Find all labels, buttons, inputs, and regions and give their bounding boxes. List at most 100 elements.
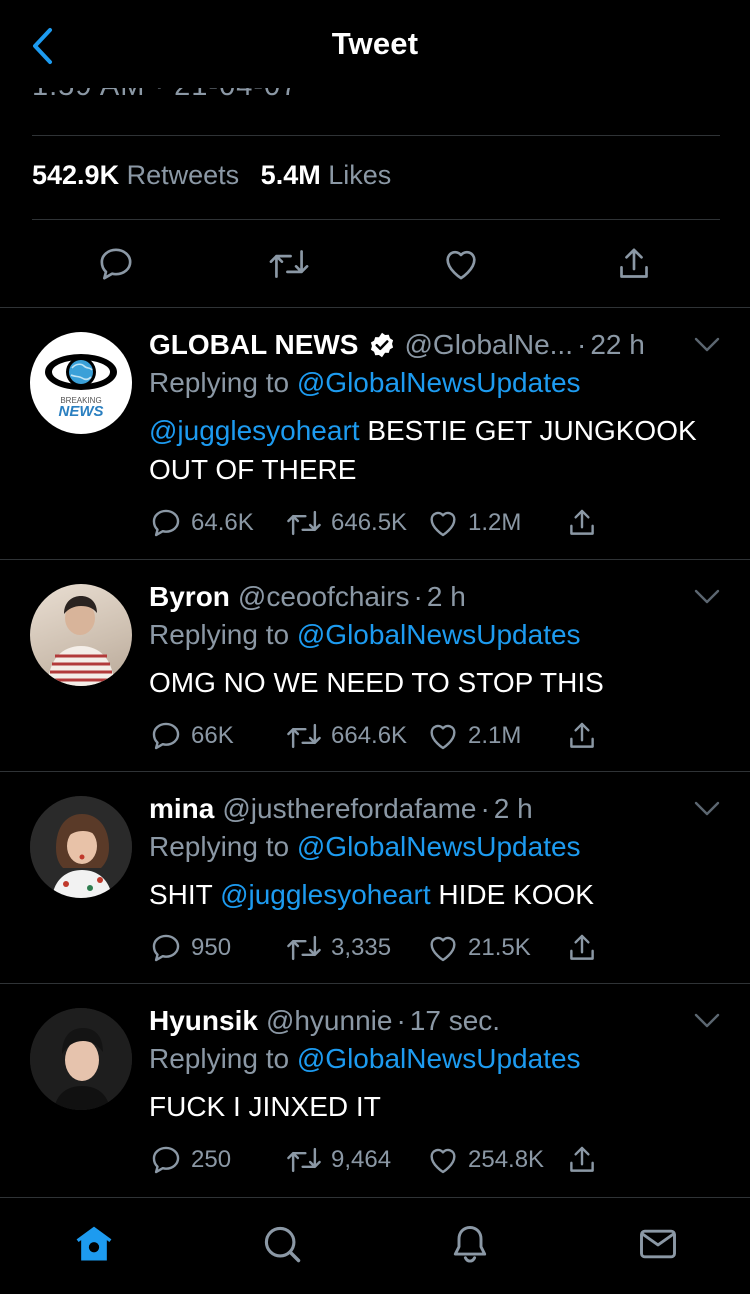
likes-label[interactable]: Likes xyxy=(328,160,391,190)
reply-share-button[interactable] xyxy=(565,1143,607,1177)
reply-comment-button[interactable]: 250 xyxy=(149,1143,231,1177)
chevron-down-icon[interactable] xyxy=(694,336,720,354)
user-name[interactable]: GLOBAL NEWS xyxy=(149,329,358,361)
comment-icon xyxy=(152,1146,180,1174)
reply-button[interactable] xyxy=(94,242,138,286)
page-title: Tweet xyxy=(331,26,419,61)
retweet-count[interactable]: 542.9K xyxy=(32,160,119,190)
reply-retweet-button[interactable]: 3,335 xyxy=(285,931,391,965)
reply-tweet[interactable]: Byron @ceoofchairs · 2 h Replying to @Gl… xyxy=(0,560,750,771)
reply-tweet[interactable]: Hyunsik @hyunnie · 17 sec. Replying to @… xyxy=(0,984,750,1195)
replying-to-link[interactable]: @GlobalNewsUpdates xyxy=(297,619,581,650)
user-handle[interactable]: @hyunnie xyxy=(266,1005,393,1037)
reply-share-button[interactable] xyxy=(565,719,607,753)
reply-tweet[interactable]: mina @justherefordafame · 2 h Replying t… xyxy=(0,772,750,983)
retweet-count: 9,464 xyxy=(331,1146,392,1173)
reply-action-bar: 66K 664.6K 2.1M xyxy=(149,719,619,755)
nav-home[interactable] xyxy=(70,1220,118,1268)
retweet-count: 3,335 xyxy=(331,934,392,961)
verified-badge-icon xyxy=(371,332,394,358)
profile-photo-icon xyxy=(30,1008,132,1110)
user-handle[interactable]: @GlobalNe... xyxy=(404,329,573,361)
comment-icon xyxy=(100,248,132,280)
retweet-icon xyxy=(287,723,321,749)
user-handle[interactable]: @justherefordafame xyxy=(222,793,476,825)
comment-icon xyxy=(152,509,180,537)
reply-text-content: HIDE KOOK xyxy=(430,879,594,910)
user-name[interactable]: Byron xyxy=(149,581,230,613)
reply-retweet-button[interactable]: 646.5K xyxy=(285,506,407,540)
replying-to-link[interactable]: @GlobalNewsUpdates xyxy=(297,367,581,398)
chevron-down-icon[interactable] xyxy=(694,800,720,818)
reply-like-button[interactable]: 254.8K xyxy=(426,1143,544,1177)
reply-like-button[interactable]: 21.5K xyxy=(426,931,531,965)
reply-header: Hyunsik @hyunnie · 17 sec. xyxy=(149,1004,730,1038)
tweet-stats: 542.9K Retweets 5.4M Likes xyxy=(32,160,405,191)
replying-to: Replying to @GlobalNewsUpdates xyxy=(149,831,730,867)
reply-text: SHIT @jugglesyoheart HIDE KOOK xyxy=(149,875,730,914)
replying-prefix: Replying to xyxy=(149,619,290,650)
reply-time: 17 sec. xyxy=(409,1005,501,1036)
reply-body: Byron @ceoofchairs · 2 h Replying to @Gl… xyxy=(149,580,730,702)
user-handle[interactable]: @ceoofchairs xyxy=(238,581,410,613)
retweet-icon xyxy=(287,510,321,536)
reply-retweet-button[interactable]: 664.6K xyxy=(285,719,407,753)
reply-tweet[interactable]: BREAKING NEWS GLOBAL NEWS @GlobalNe... ·… xyxy=(0,308,750,559)
reply-text: FUCK I JINXED IT xyxy=(149,1087,730,1126)
replying-to: Replying to @GlobalNewsUpdates xyxy=(149,1043,730,1079)
reply-comment-button[interactable]: 66K xyxy=(149,719,234,753)
share-button[interactable] xyxy=(612,242,656,286)
divider xyxy=(32,219,720,220)
like-count: 21.5K xyxy=(468,934,531,961)
reply-comment-button[interactable]: 64.6K xyxy=(149,506,254,540)
user-name[interactable]: Hyunsik xyxy=(149,1005,258,1037)
avatar[interactable] xyxy=(30,584,132,686)
like-button[interactable] xyxy=(439,242,483,286)
reply-like-button[interactable]: 1.2M xyxy=(426,506,521,540)
like-count[interactable]: 5.4M xyxy=(261,160,321,190)
separator-dot: · xyxy=(413,581,423,612)
share-icon xyxy=(570,934,594,960)
heart-icon xyxy=(446,250,476,280)
tweet-action-bar xyxy=(0,240,750,290)
reply-action-bar: 64.6K 646.5K 1.2M xyxy=(149,506,619,542)
user-name[interactable]: mina xyxy=(149,793,214,825)
avatar[interactable]: BREAKING NEWS xyxy=(30,332,132,434)
nav-messages[interactable] xyxy=(634,1220,682,1268)
mention-link[interactable]: @jugglesyoheart xyxy=(149,415,360,446)
replying-to-link[interactable]: @GlobalNewsUpdates xyxy=(297,831,581,862)
reply-retweet-button[interactable]: 9,464 xyxy=(285,1143,391,1177)
reply-comment-button[interactable]: 950 xyxy=(149,931,231,965)
reply-header: Byron @ceoofchairs · 2 h xyxy=(149,580,730,614)
replying-to-link[interactable]: @GlobalNewsUpdates xyxy=(297,1043,581,1074)
reply-text-content: SHIT xyxy=(149,879,221,910)
reply-like-button[interactable]: 2.1M xyxy=(426,719,521,753)
retweet-icon xyxy=(269,250,309,278)
top-bar: Tweet xyxy=(0,0,750,88)
reply-body: GLOBAL NEWS @GlobalNe... · 22 h Replying… xyxy=(149,328,730,489)
retweets-label[interactable]: Retweets xyxy=(127,160,240,190)
reply-share-button[interactable] xyxy=(565,931,607,965)
chevron-down-icon[interactable] xyxy=(694,1012,720,1030)
reply-time: 2 h xyxy=(426,581,466,612)
avatar[interactable] xyxy=(30,1008,132,1110)
separator-dot: · xyxy=(396,1005,406,1036)
reply-text-content: OMG NO WE NEED TO STOP THIS xyxy=(149,667,604,698)
retweet-button[interactable] xyxy=(267,242,311,286)
reply-share-button[interactable] xyxy=(565,506,607,540)
share-icon xyxy=(570,509,594,535)
comment-count: 950 xyxy=(191,934,232,961)
heart-icon xyxy=(430,511,456,537)
reply-header: mina @justherefordafame · 2 h xyxy=(149,792,730,826)
comment-count: 66K xyxy=(191,722,234,749)
comment-icon xyxy=(152,722,180,750)
separator-dot: · xyxy=(480,793,490,824)
mention-link[interactable]: @jugglesyoheart xyxy=(220,879,431,910)
heart-icon xyxy=(430,936,456,962)
avatar[interactable] xyxy=(30,796,132,898)
retweet-count: 664.6K xyxy=(331,722,408,749)
nav-notifications[interactable] xyxy=(446,1220,494,1268)
replying-to: Replying to @GlobalNewsUpdates xyxy=(149,619,730,655)
chevron-down-icon[interactable] xyxy=(694,588,720,606)
nav-search[interactable] xyxy=(258,1220,306,1268)
